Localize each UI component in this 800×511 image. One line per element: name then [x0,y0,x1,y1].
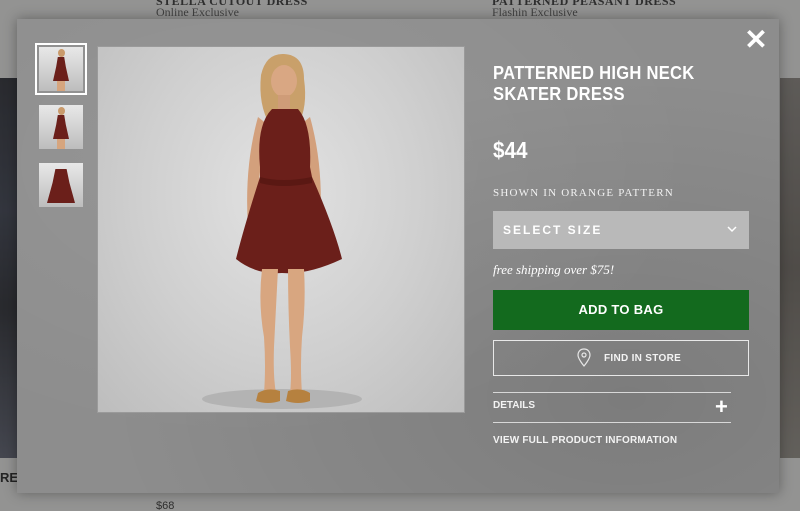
divider [493,422,731,423]
divider [493,392,731,393]
close-icon[interactable]: ✕ [744,26,768,54]
model-front-thumbnail-icon [39,47,83,91]
thumbnail-list [35,43,87,217]
model-in-dress-image [202,53,362,409]
find-in-store-button[interactable]: FIND IN STORE [493,340,749,376]
view-full-info-link[interactable]: VIEW FULL PRODUCT INFORMATION [493,435,677,446]
chevron-down-icon [727,226,737,233]
plus-icon: + [715,394,728,419]
size-select-label: SELECT SIZE [503,223,603,237]
product-price: $44 [493,137,528,163]
model-back-thumbnail-icon [39,105,83,149]
product-main-image[interactable] [97,46,465,413]
dress-flat-thumbnail-icon [39,163,83,207]
thumbnail-model-front[interactable] [35,43,87,95]
thumbnail-model-back[interactable] [35,101,87,153]
size-select[interactable]: SELECT SIZE [493,211,749,249]
free-shipping-note: free shipping over $75! [493,262,615,277]
product-title: PATTERNED HIGH NECK SKATER DRESS [493,63,695,104]
details-label: DETAILS [493,400,536,411]
thumbnail-dress-flat[interactable] [35,159,87,211]
quick-view-modal: ✕ PATTERNED HIGH NECK SKATER DRESS $44 S… [17,19,779,493]
add-to-bag-button[interactable]: ADD TO BAG [493,290,749,330]
find-in-store-label: FIND IN STORE [604,353,682,364]
color-label: SHOWN IN ORANGE PATTERN [493,187,674,199]
location-pin-icon [577,348,591,367]
details-toggle[interactable]: DETAILS + [493,394,731,419]
